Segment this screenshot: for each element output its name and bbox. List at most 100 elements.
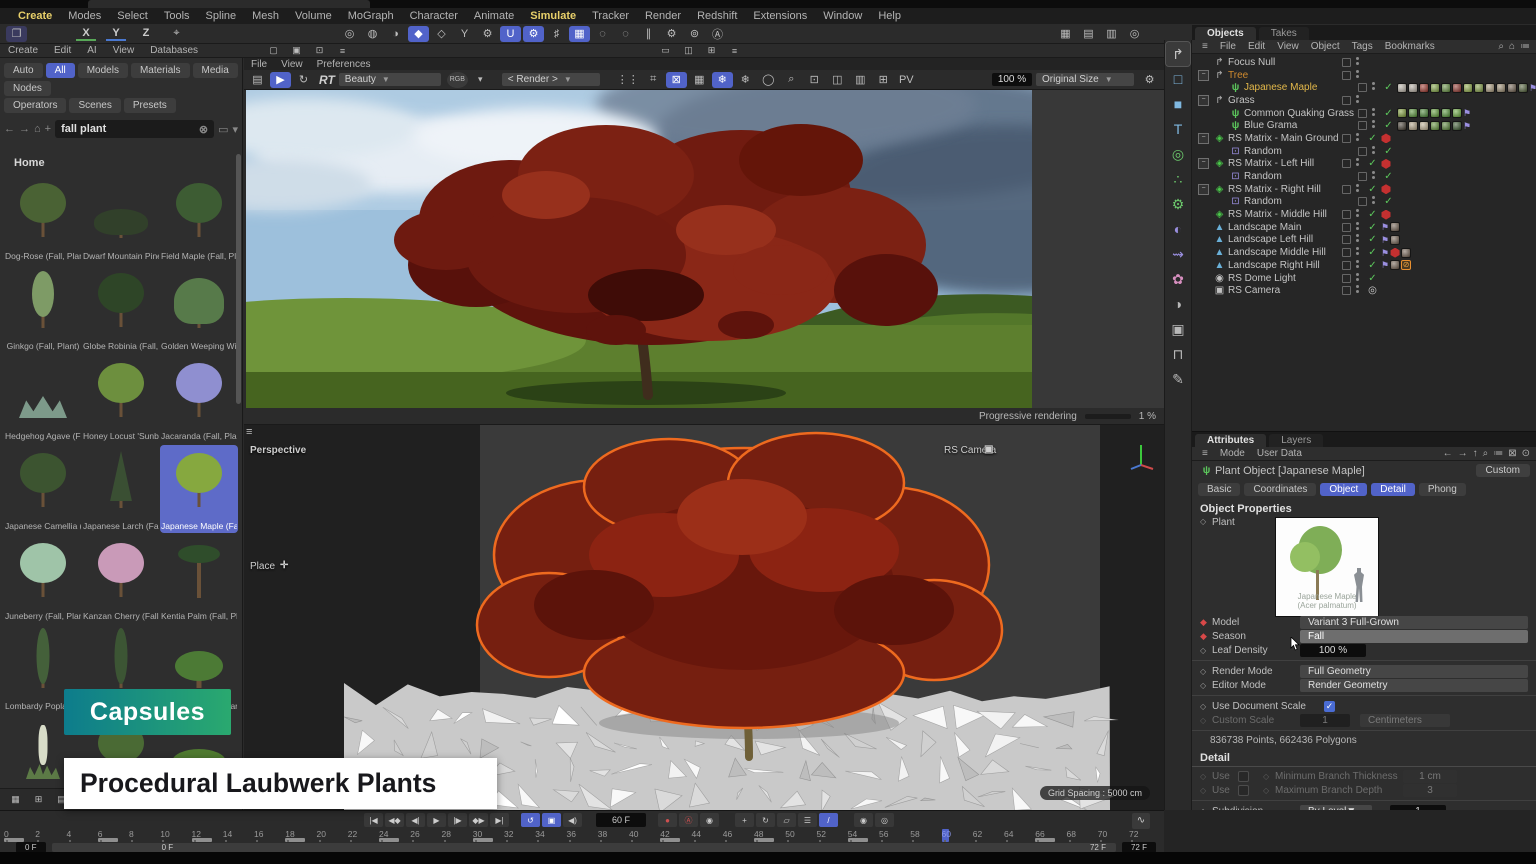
visibility-dots[interactable] [1356,95,1359,98]
quantize-icon[interactable]: ♯ [546,26,567,42]
browser-menu-item[interactable]: Databases [142,45,206,56]
enable-check[interactable] [1366,133,1379,144]
layer-toggle[interactable] [1358,109,1367,118]
back-icon[interactable]: ← [1443,448,1453,459]
tab-layout-icon[interactable]: ▢ [263,45,284,57]
object-label[interactable]: RS Matrix - Right Hill [1228,184,1321,195]
add-icon[interactable]: + [45,123,51,135]
annotation-icon[interactable]: Ⓐ [707,26,728,42]
plant-diamond[interactable]: ◇ [1200,517,1212,526]
environment-icon[interactable]: ◑ [1166,292,1190,316]
frame-tick[interactable]: 62 [973,829,1004,842]
simulate-magnet-icon[interactable]: U [500,26,521,42]
object-tree-row[interactable]: − ψ Blue Grama ⚑ [1208,119,1536,132]
volume-icon[interactable]: ✿ [1166,267,1190,291]
expand-toggle[interactable]: − [1198,70,1209,81]
use-doc-scale-diamond[interactable]: ◇ [1200,702,1212,711]
attribute-tab[interactable]: Basic [1198,483,1240,496]
object-label[interactable]: RS Dome Light [1228,273,1296,284]
mograph-dim-icon[interactable]: ◌ [592,26,613,42]
visibility-dots[interactable] [1356,70,1359,73]
object-label[interactable]: Common Quaking Grass [1244,108,1354,119]
rs-chip[interactable] [1381,133,1391,143]
visibility-dots[interactable] [1356,260,1359,263]
timeline-ruler[interactable]: 0246810121416182022242628303234363840424… [0,829,1164,842]
menu-item[interactable]: Character [402,10,466,22]
generator-gear-icon[interactable]: ⚙ [1166,192,1190,216]
menu-item[interactable]: Create [10,10,60,22]
renderer-active-icon[interactable]: ◆ [408,26,429,42]
browser-menu-item[interactable]: Edit [46,45,79,56]
noentry-chip[interactable]: ⊘ [1401,260,1411,270]
frame-tick[interactable]: 30 [473,829,504,842]
frame-tick[interactable]: 24 [379,829,410,842]
filter-icon[interactable]: ≔ [1520,41,1530,52]
object-tree-row[interactable]: − ⊡ Random [1208,170,1536,183]
visibility-dots[interactable] [1372,146,1375,149]
subdivision-surface-icon[interactable]: ◎ [1166,142,1190,166]
filter-icon[interactable]: ≔ [1493,448,1503,459]
objects-menu-item[interactable]: Bookmarks [1379,41,1441,52]
attribute-tab[interactable]: Object [1320,483,1367,496]
frame-tick[interactable]: 32 [504,829,535,842]
min-branch-use-checkbox[interactable] [1238,771,1249,782]
menu-item[interactable]: Volume [287,10,340,22]
object-label[interactable]: Tree [1228,70,1248,81]
object-tree-row[interactable]: − ▲ Landscape Middle Hill ⚑ [1192,246,1536,259]
asset-filter-tab[interactable]: Scenes [69,98,120,113]
panel-tab[interactable]: Layers [1269,434,1323,447]
material-chip[interactable] [1485,83,1495,93]
mode-menu[interactable]: Mode [1214,448,1251,459]
frame-tick[interactable]: 42 [660,829,691,842]
single-view-icon[interactable]: ▭ [655,45,676,57]
detail-view-icon[interactable]: ⊞ [28,794,49,806]
flag-chip[interactable]: ⚑ [1381,260,1389,270]
camera-icon[interactable]: ▣ [984,444,993,455]
interactive-render-icon[interactable]: ◑ [385,26,406,42]
render-mode-diamond[interactable]: ◇ [1200,667,1212,676]
menu-item[interactable]: Mesh [244,10,287,22]
forward-icon[interactable]: → [1458,448,1468,459]
snapshot-icon[interactable]: ❄ [712,72,733,88]
layer-toggle[interactable] [1342,58,1351,67]
material-chip[interactable] [1419,121,1429,131]
flag-chip[interactable]: ⚑ [1381,248,1389,258]
layer-toggle[interactable] [1342,134,1351,143]
asset-item[interactable]: Hedgehog Agave (Fall... [4,355,82,443]
enable-check[interactable] [1382,82,1395,93]
visibility-dots[interactable] [1356,57,1359,60]
current-frame-field[interactable]: 60 F [596,813,646,827]
panel-menu-icon[interactable]: ≡ [1196,41,1214,52]
flag-chip[interactable]: ⚑ [1463,121,1471,131]
perspective-viewport[interactable]: Perspective RS Camera ▣ Place ✛ Grid Spa… [244,425,1164,810]
panel-menu-icon[interactable]: ≡ [332,45,353,57]
frame-tick[interactable]: 10 [160,829,191,842]
autokey-button[interactable]: / [819,813,838,827]
visibility-dots[interactable] [1372,108,1375,111]
tag-chips[interactable] [1381,133,1391,143]
object-label[interactable]: Blue Grama [1244,120,1297,131]
menu-item[interactable]: Render [637,10,689,22]
frame-tick[interactable]: 68 [1067,829,1098,842]
refresh-icon[interactable]: ↻ [293,72,314,88]
material-chip[interactable] [1430,108,1440,118]
visibility-dots[interactable] [1372,171,1375,174]
material-chip[interactable] [1390,260,1400,270]
asset-filter-tab[interactable]: Media [193,63,238,78]
visibility-dots[interactable] [1356,222,1359,225]
visibility-dots[interactable] [1356,273,1359,276]
object-tree-row[interactable]: − ↱ Focus Null [1192,56,1536,69]
asset-scrollbar[interactable] [236,154,241,404]
snap-grid-icon[interactable]: ▦ [569,26,590,42]
attribute-tab[interactable]: Detail [1371,483,1415,496]
browser-menu-item[interactable]: View [105,45,143,56]
grid-icon[interactable]: ▦ [689,72,710,88]
play-icon[interactable]: ▶ [270,72,291,88]
home-icon[interactable]: ⌂ [1509,41,1515,52]
visibility-dots[interactable] [1356,209,1359,212]
viewport-panel-menu-icon[interactable]: ≡ [246,427,260,439]
record-scale-button[interactable]: ▱ [777,813,796,827]
settings-icon[interactable]: ⊙ [1522,448,1530,459]
search-icon[interactable]: ⌕ [1483,448,1489,459]
tag-chips[interactable]: ⚑ [1397,108,1471,118]
